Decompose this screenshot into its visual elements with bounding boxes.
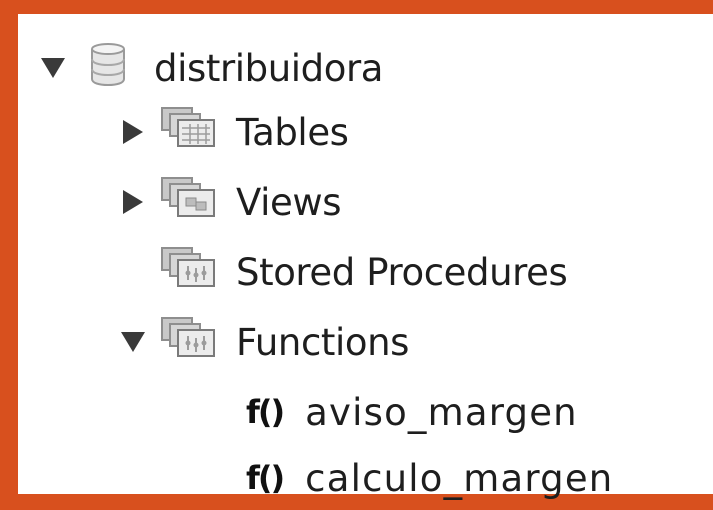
schema-navigator-panel: distribuidora Tables Views Stored Proced… — [18, 14, 713, 500]
tree-item-functions[interactable]: Functions — [118, 310, 409, 374]
tree-item-tables[interactable]: Tables — [118, 100, 349, 164]
schema-label[interactable]: distribuidora — [154, 47, 383, 90]
tree-item-label[interactable]: Stored Procedures — [236, 251, 568, 294]
functions-folder-icon — [160, 316, 218, 369]
expand-arrow-right-icon[interactable] — [118, 187, 148, 217]
function-label[interactable]: calculo_margen — [305, 457, 613, 500]
expand-placeholder — [118, 257, 148, 287]
tree-item-label[interactable]: Tables — [236, 111, 349, 154]
schema-row-distribuidora[interactable]: distribuidora — [38, 36, 383, 100]
tree-item-views[interactable]: Views — [118, 170, 341, 234]
tree-item-label[interactable]: Views — [236, 181, 341, 224]
tree-item-stored-procedures[interactable]: Stored Procedures — [118, 240, 568, 304]
expand-arrow-down-icon[interactable] — [38, 53, 68, 83]
expand-arrow-right-icon[interactable] — [118, 117, 148, 147]
expand-arrow-down-icon[interactable] — [118, 327, 148, 357]
views-folder-icon — [160, 176, 218, 229]
tree-item-label[interactable]: Functions — [236, 321, 409, 364]
function-icon: f() — [246, 459, 285, 497]
database-icon — [88, 41, 128, 96]
function-item-aviso-margen[interactable]: f() aviso_margen — [246, 380, 578, 444]
procedures-folder-icon — [160, 246, 218, 299]
tables-folder-icon — [160, 106, 218, 159]
function-icon: f() — [246, 393, 285, 431]
function-item-calculo-margen[interactable]: f() calculo_margen — [246, 446, 613, 510]
function-label[interactable]: aviso_margen — [305, 391, 578, 434]
